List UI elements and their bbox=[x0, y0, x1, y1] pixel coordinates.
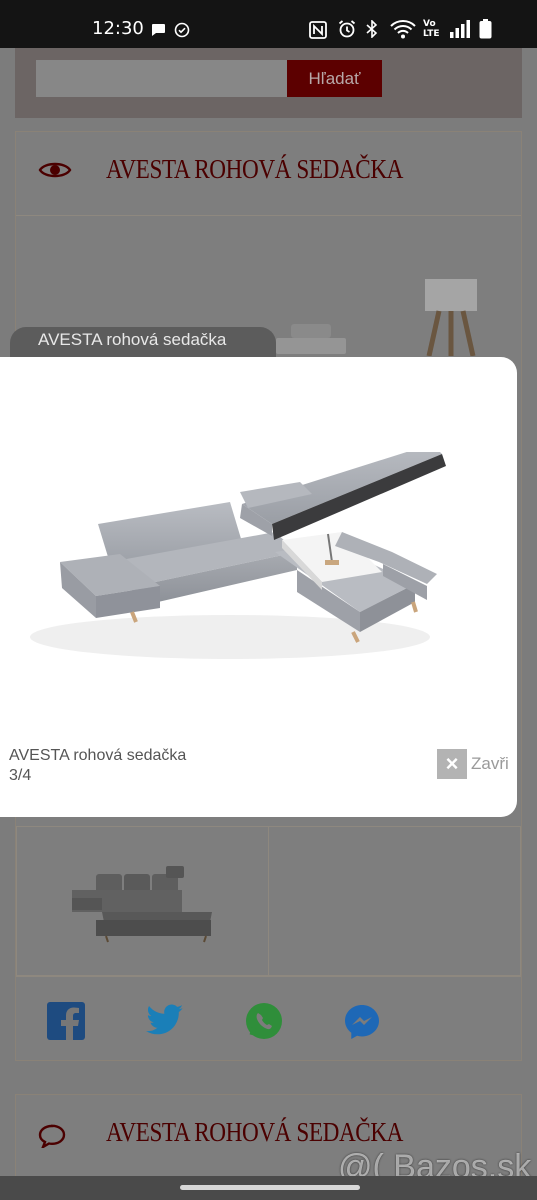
facebook-icon[interactable] bbox=[47, 1002, 85, 1040]
clock: 12:30 bbox=[92, 18, 144, 39]
thumbnail-frame-empty bbox=[268, 826, 521, 976]
nfc-icon bbox=[309, 21, 327, 39]
product-title: AVESTA ROHOVÁ SEDAČKA bbox=[106, 154, 404, 184]
close-label[interactable]: Zavři bbox=[471, 754, 509, 774]
volte-icon: Vo LTE bbox=[423, 19, 440, 39]
comments-title: AVESTA ROHOVÁ SEDAČKA bbox=[106, 1117, 404, 1147]
chat-bubble-icon bbox=[152, 24, 165, 36]
battery-icon bbox=[479, 19, 492, 39]
alarm-icon bbox=[338, 20, 356, 38]
chat-bubble-outline-icon bbox=[38, 1124, 66, 1148]
lightbox-counter: 3/4 bbox=[9, 767, 32, 784]
navigation-bar bbox=[0, 1176, 537, 1200]
thumbnail-sofa[interactable] bbox=[66, 862, 216, 952]
messenger-icon[interactable] bbox=[343, 1003, 381, 1041]
search-button[interactable]: Hľadať bbox=[287, 60, 382, 97]
divider bbox=[16, 976, 521, 977]
twitter-icon[interactable] bbox=[146, 1004, 184, 1036]
search-input[interactable] bbox=[36, 60, 288, 97]
check-circle-icon bbox=[174, 22, 190, 38]
lightbox-caption: AVESTA rohová sedačka bbox=[9, 747, 187, 764]
close-icon[interactable]: × bbox=[437, 749, 467, 779]
eye-icon bbox=[38, 162, 72, 178]
image-title-tooltip: AVESTA rohová sedačka bbox=[10, 327, 276, 358]
headrest-image bbox=[276, 324, 346, 354]
wifi-icon bbox=[390, 20, 416, 39]
status-bar: 12:30 Vo LTE bbox=[0, 0, 537, 48]
home-gesture-pill[interactable] bbox=[180, 1185, 360, 1190]
image-lightbox: AVESTA rohová sedačka 3/4 × Zavři bbox=[0, 357, 517, 817]
lightbox-close-button[interactable]: × Zavři bbox=[437, 749, 509, 779]
bluetooth-icon bbox=[366, 20, 378, 38]
whatsapp-icon[interactable] bbox=[244, 1001, 284, 1041]
signal-icon bbox=[450, 20, 470, 38]
sofa-thumbnail-image bbox=[72, 866, 212, 943]
sofa-storage-image bbox=[30, 452, 446, 659]
floor-lamp-image bbox=[425, 279, 477, 356]
